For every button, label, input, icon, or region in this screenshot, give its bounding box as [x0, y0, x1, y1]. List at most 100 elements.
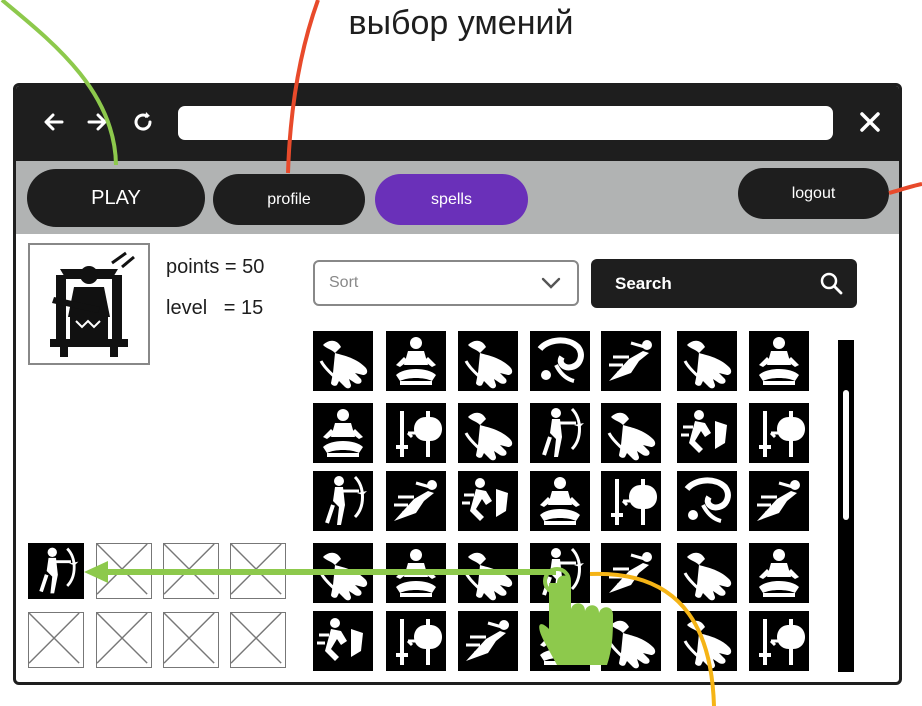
spell-tile[interactable] — [677, 331, 737, 391]
hand-icon — [607, 620, 656, 669]
profile-button[interactable]: profile — [213, 174, 365, 225]
spell-tile[interactable] — [749, 611, 809, 671]
meditate-icon — [396, 337, 436, 385]
search-button[interactable]: Search — [591, 259, 857, 308]
arrow-right-icon[interactable] — [83, 108, 111, 136]
empty-slot[interactable] — [230, 612, 286, 668]
dash-icon — [394, 480, 437, 521]
nav-bar: PLAY profile spells logout — [16, 161, 899, 234]
spell-tile[interactable] — [677, 471, 737, 531]
dash-icon — [757, 480, 800, 521]
search-icon — [819, 271, 843, 300]
hand-icon — [607, 412, 656, 461]
sword-axe-icon — [396, 619, 442, 665]
spell-tile[interactable] — [458, 611, 518, 671]
spell-tile[interactable] — [313, 471, 373, 531]
spell-grid — [313, 331, 818, 675]
spell-tile[interactable] — [386, 611, 446, 671]
spell-tile[interactable] — [530, 543, 590, 603]
spell-tile[interactable] — [601, 611, 661, 671]
spell-tile[interactable] — [530, 403, 590, 463]
close-icon[interactable] — [858, 110, 882, 134]
meditate-icon — [759, 337, 799, 385]
runner-shield-icon — [317, 618, 363, 661]
runner-shield-icon — [681, 410, 727, 453]
logout-button[interactable]: logout — [738, 168, 889, 219]
empty-slot-icon — [96, 612, 148, 664]
scrollbar[interactable] — [838, 340, 854, 672]
spell-tile[interactable] — [677, 543, 737, 603]
equipped-slot[interactable] — [28, 543, 84, 599]
scrollbar-thumb[interactable] — [843, 390, 849, 520]
reload-icon[interactable] — [129, 108, 157, 136]
spell-tile[interactable] — [601, 403, 661, 463]
spell-tile[interactable] — [386, 543, 446, 603]
spells-tab[interactable]: spells — [375, 174, 528, 225]
spell-tile[interactable] — [458, 331, 518, 391]
empty-slot-icon — [230, 543, 282, 595]
arrow-left-icon[interactable] — [40, 108, 68, 136]
chevron-down-icon — [541, 276, 561, 295]
play-label: PLAY — [91, 187, 141, 209]
search-label: Search — [615, 274, 672, 293]
spell-tile[interactable] — [677, 403, 737, 463]
spell-tile[interactable] — [601, 543, 661, 603]
spell-tile[interactable] — [458, 403, 518, 463]
empty-slot-icon — [28, 612, 80, 664]
dash-icon — [609, 340, 652, 381]
browser-toolbar — [16, 86, 899, 161]
spell-tile[interactable] — [313, 611, 373, 671]
spell-tile[interactable] — [313, 403, 373, 463]
spell-tile[interactable] — [601, 331, 661, 391]
meditate-icon — [540, 617, 580, 665]
vortex-icon — [684, 477, 731, 523]
play-button[interactable]: PLAY — [27, 169, 205, 227]
meditate-icon — [396, 549, 436, 597]
level-label: level = 15 — [166, 297, 264, 319]
spell-tile[interactable] — [530, 611, 590, 671]
meditate-icon — [759, 549, 799, 597]
meditate-icon — [540, 477, 580, 525]
spell-tile[interactable] — [749, 471, 809, 531]
empty-slot[interactable] — [163, 612, 219, 668]
archer-icon — [542, 547, 584, 597]
spell-tile[interactable] — [749, 403, 809, 463]
spells-label: spells — [431, 191, 472, 208]
hand-icon — [319, 340, 368, 389]
profile-label: profile — [267, 191, 311, 208]
spell-tile[interactable] — [749, 331, 809, 391]
points-label: points = 50 — [166, 256, 265, 278]
spell-tile[interactable] — [386, 331, 446, 391]
dash-icon — [609, 552, 652, 593]
spell-tile[interactable] — [386, 471, 446, 531]
spell-tile[interactable] — [458, 543, 518, 603]
empty-slot[interactable] — [96, 612, 152, 668]
sort-dropdown[interactable]: Sort — [313, 260, 579, 306]
spell-tile[interactable] — [677, 611, 737, 671]
spell-tile[interactable] — [749, 543, 809, 603]
spell-tile[interactable] — [313, 543, 373, 603]
hand-icon — [683, 552, 732, 601]
archer-icon — [325, 475, 367, 525]
meditate-icon — [323, 409, 363, 457]
sword-axe-icon — [759, 411, 805, 457]
spell-tile[interactable] — [530, 471, 590, 531]
empty-slot[interactable] — [28, 612, 84, 668]
hand-icon — [464, 340, 513, 389]
archer-icon — [542, 407, 584, 457]
hand-icon — [464, 552, 513, 601]
empty-slot[interactable] — [96, 543, 152, 599]
spell-tile[interactable] — [458, 471, 518, 531]
empty-slot[interactable] — [230, 543, 286, 599]
spell-tile[interactable] — [530, 331, 590, 391]
sword-axe-icon — [396, 411, 442, 457]
sword-axe-icon — [611, 479, 657, 525]
logout-label: logout — [791, 185, 836, 202]
empty-slot[interactable] — [163, 543, 219, 599]
spell-tile[interactable] — [601, 471, 661, 531]
hand-icon — [319, 552, 368, 601]
url-bar[interactable] — [178, 106, 833, 140]
browser-window: PLAY profile spells logout points = 50 l… — [13, 83, 902, 685]
spell-tile[interactable] — [386, 403, 446, 463]
spell-tile[interactable] — [313, 331, 373, 391]
